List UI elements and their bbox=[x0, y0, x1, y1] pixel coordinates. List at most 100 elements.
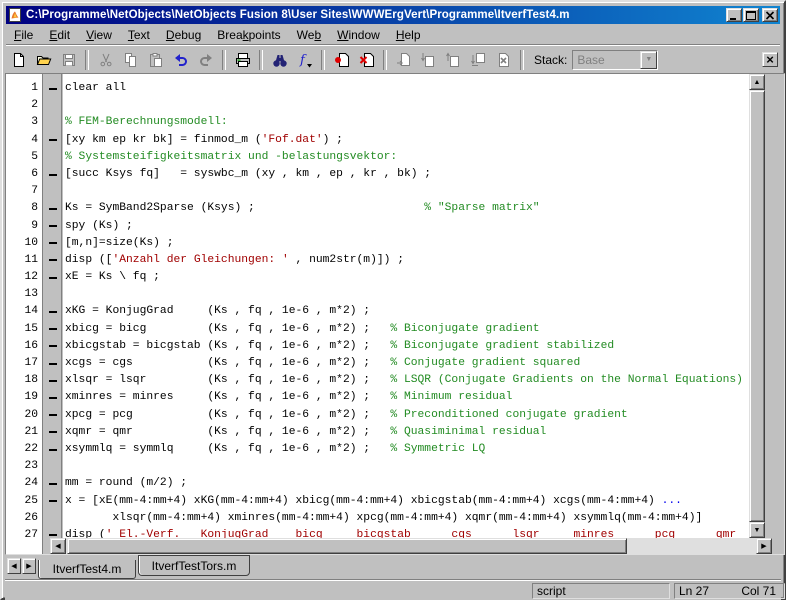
scrollbar-vertical[interactable]: ▲ ▼ bbox=[749, 74, 765, 538]
breakpoint-cell[interactable] bbox=[44, 475, 61, 492]
breakpoint-cell[interactable] bbox=[44, 458, 61, 475]
code-area[interactable]: clear all % FEM-Berechnungsmodell: [xy km … bbox=[63, 74, 749, 538]
breakpoint-cell[interactable] bbox=[44, 372, 61, 389]
breakpoint-cell[interactable] bbox=[44, 166, 61, 183]
tab-scroll-right-button[interactable]: ▶ bbox=[22, 558, 36, 574]
print-button[interactable] bbox=[230, 48, 255, 71]
breakpoint-cell[interactable] bbox=[44, 114, 61, 131]
code-line[interactable] bbox=[65, 183, 749, 200]
code-line[interactable]: xbicg = bicg (Ks , fq , 1e-6 , m*2) ; % … bbox=[65, 321, 749, 338]
code-line[interactable]: xqmr = qmr (Ks , fq , 1e-6 , m*2) ; % Qu… bbox=[65, 424, 749, 441]
code-segment-comment: % Biconjugate gradient stabilized bbox=[370, 339, 615, 352]
toolbar-close-button[interactable]: × bbox=[762, 52, 778, 67]
line-number: 9 bbox=[31, 219, 38, 232]
breakpoint-cell[interactable] bbox=[44, 200, 61, 217]
breakpoint-cell[interactable] bbox=[44, 80, 61, 97]
breakpoint-cell[interactable] bbox=[44, 510, 61, 527]
menu-item-file[interactable]: File bbox=[6, 27, 41, 43]
code-line[interactable]: [m,n]=size(Ks) ; bbox=[65, 235, 749, 252]
menu-item-edit[interactable]: Edit bbox=[41, 27, 78, 43]
breakpoint-cell[interactable] bbox=[44, 303, 61, 320]
close-button[interactable] bbox=[762, 8, 778, 22]
code-line[interactable] bbox=[65, 458, 749, 475]
file-type-label: script bbox=[537, 584, 566, 598]
code-line[interactable]: [succ Ksys fq] = syswbc_m (xy , km , ep … bbox=[65, 166, 749, 183]
code-line[interactable]: mm = round (m/2) ; bbox=[65, 475, 749, 492]
breakpoint-cell[interactable] bbox=[44, 183, 61, 200]
code-line[interactable] bbox=[65, 97, 749, 114]
scroll-up-button[interactable]: ▲ bbox=[749, 74, 765, 90]
breakpoint-cell[interactable] bbox=[44, 389, 61, 406]
tab-itverftest4-m[interactable]: ItverfTest4.m bbox=[38, 560, 136, 579]
code-line[interactable]: [xy km ep kr bk] = finmod_m ('Fof.dat') … bbox=[65, 132, 749, 149]
breakpoint-cell[interactable] bbox=[44, 218, 61, 235]
code-line[interactable]: xlsqr = lsqr (Ks , fq , 1e-6 , m*2) ; % … bbox=[65, 372, 749, 389]
code-line[interactable]: % FEM-Berechnungsmodell: bbox=[65, 114, 749, 131]
menu-item-help[interactable]: Help bbox=[388, 27, 429, 43]
minimize-button[interactable] bbox=[726, 8, 742, 22]
find-button[interactable] bbox=[267, 48, 292, 71]
menu-item-web[interactable]: Web bbox=[289, 27, 329, 43]
menu-item-text[interactable]: Text bbox=[120, 27, 158, 43]
line-number: 1 bbox=[31, 82, 38, 94]
scroll-right-button[interactable]: ▶ bbox=[756, 538, 772, 554]
function-button[interactable]: f bbox=[292, 48, 317, 71]
menu-item-debug[interactable]: Debug bbox=[158, 27, 209, 43]
gutter-breakpoints[interactable] bbox=[44, 74, 62, 554]
open-file-button[interactable] bbox=[31, 48, 56, 71]
maximize-button[interactable] bbox=[743, 8, 759, 22]
code-line[interactable]: disp (['Anzahl der Gleichungen: ' , num2… bbox=[65, 252, 749, 269]
title-bar[interactable]: C:\Programme\NetObjects\NetObjects Fusio… bbox=[6, 6, 780, 24]
code-line[interactable]: Ks = SymBand2Sparse (Ksys) ; % "Sparse m… bbox=[65, 200, 749, 217]
breakpoint-cell[interactable] bbox=[44, 269, 61, 286]
code-line[interactable]: x = [xE(mm-4:mm+4) xKG(mm-4:mm+4) xbicg(… bbox=[65, 493, 749, 510]
code-line[interactable]: xbicgstab = bicgstab (Ks , fq , 1e-6 , m… bbox=[65, 338, 749, 355]
breakpoint-cell[interactable] bbox=[44, 235, 61, 252]
line-number: 22 bbox=[24, 442, 38, 455]
line-number: 12 bbox=[24, 271, 38, 284]
tab-itverftesttors-m[interactable]: ItverfTestTors.m bbox=[138, 555, 250, 576]
code-line[interactable]: xcgs = cgs (Ks , fq , 1e-6 , m*2) ; % Co… bbox=[65, 355, 749, 372]
breakpoint-clear-all-button[interactable] bbox=[354, 48, 379, 71]
breakpoint-cell[interactable] bbox=[44, 321, 61, 338]
code-segment-comment: % Quasiminimal residual bbox=[370, 425, 547, 438]
new-file-button[interactable] bbox=[6, 48, 31, 71]
code-line[interactable]: xpcg = pcg (Ks , fq , 1e-6 , m*2) ; % Pr… bbox=[65, 407, 749, 424]
menu-item-view[interactable]: View bbox=[78, 27, 120, 43]
scrollbar-horizontal[interactable]: ◀ ▶ bbox=[50, 538, 772, 554]
breakpoint-set-button[interactable] bbox=[329, 48, 354, 71]
executable-line-dash-icon bbox=[48, 431, 57, 434]
breakpoint-cell[interactable] bbox=[44, 286, 61, 303]
breakpoint-cell[interactable] bbox=[44, 407, 61, 424]
breakpoint-cell[interactable] bbox=[44, 424, 61, 441]
breakpoint-cell[interactable] bbox=[44, 441, 61, 458]
breakpoint-cell[interactable] bbox=[44, 252, 61, 269]
code-line[interactable]: xKG = KonjugGrad (Ks , fq , 1e-6 , m*2) … bbox=[65, 303, 749, 320]
breakpoint-cell[interactable] bbox=[44, 97, 61, 114]
code-line[interactable]: xsymmlq = symmlq (Ks , fq , 1e-6 , m*2) … bbox=[65, 441, 749, 458]
code-line[interactable]: disp (' El.-Verf. KonjugGrad bicg bicgst… bbox=[65, 527, 749, 538]
tab-scroll-left-button[interactable]: ◀ bbox=[7, 558, 21, 574]
left-arrow-icon: ◀ bbox=[55, 542, 61, 550]
menu-item-breakpoints[interactable]: Breakpoints bbox=[209, 27, 288, 43]
code-line[interactable]: clear all bbox=[65, 80, 749, 97]
breakpoint-cell[interactable] bbox=[44, 149, 61, 166]
menu-item-window[interactable]: Window bbox=[329, 27, 388, 43]
code-line[interactable]: xminres = minres (Ks , fq , 1e-6 , m*2) … bbox=[65, 389, 749, 406]
breakpoint-cell[interactable] bbox=[44, 493, 61, 510]
breakpoint-cell[interactable] bbox=[44, 355, 61, 372]
undo-button[interactable] bbox=[168, 48, 193, 71]
breakpoint-cell[interactable] bbox=[44, 132, 61, 149]
code-line[interactable]: xlsqr(mm-4:mm+4) xminres(mm-4:mm+4) xpcg… bbox=[65, 510, 749, 527]
code-line[interactable] bbox=[65, 286, 749, 303]
code-line[interactable]: xE = Ks \ fq ; bbox=[65, 269, 749, 286]
line-number: 7 bbox=[31, 185, 38, 198]
horizontal-scroll-thumb[interactable] bbox=[67, 538, 627, 554]
scroll-left-button[interactable]: ◀ bbox=[50, 538, 66, 554]
code-line[interactable]: % Systemsteifigkeitsmatrix und -belastun… bbox=[65, 149, 749, 166]
scroll-down-button[interactable]: ▼ bbox=[749, 522, 765, 538]
code-line[interactable]: spy (Ks) ; bbox=[65, 218, 749, 235]
executable-line-dash-icon bbox=[48, 448, 57, 451]
vertical-scroll-thumb[interactable] bbox=[749, 90, 765, 522]
breakpoint-cell[interactable] bbox=[44, 338, 61, 355]
